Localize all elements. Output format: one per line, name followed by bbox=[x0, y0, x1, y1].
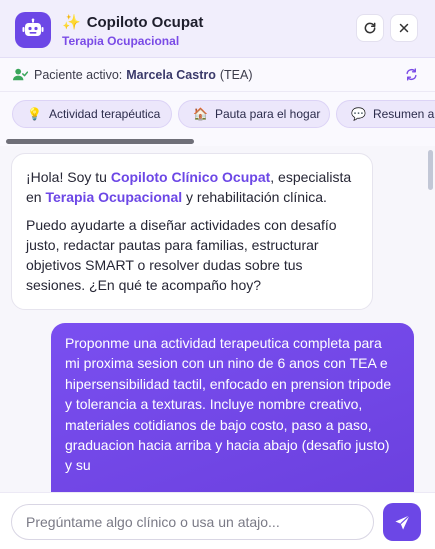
text-segment: y rehabilitación clínica. bbox=[182, 189, 327, 205]
vertical-scrollbar[interactable] bbox=[428, 150, 433, 190]
highlight-copilot-name: Copiloto Clínico Ocupat bbox=[110, 169, 271, 185]
horizontal-scrollbar[interactable] bbox=[6, 139, 194, 144]
quick-actions-bar: 💡 Actividad terapéutica 🏠 Pauta para el … bbox=[0, 92, 435, 146]
bot-message-body: Puedo ayudarte a diseñar actividades con… bbox=[26, 217, 337, 293]
speech-bubble-icon: 💬 bbox=[351, 107, 366, 121]
house-icon: 🏠 bbox=[193, 107, 208, 121]
user-check-icon bbox=[13, 68, 28, 81]
send-button[interactable] bbox=[383, 503, 421, 541]
chat-messages: ¡Hola! Soy tu Copiloto Clínico Ocupat, e… bbox=[0, 146, 435, 492]
message-input[interactable] bbox=[11, 504, 374, 540]
patient-name: Marcela Castro bbox=[126, 67, 216, 82]
header-title-group: ✨ Copiloto Ocupat Terapia Ocupacional bbox=[62, 13, 204, 49]
chat-header: ✨ Copiloto Ocupat Terapia Ocupacional bbox=[0, 0, 435, 58]
chip-label: Actividad terapéutica bbox=[48, 107, 161, 121]
text-segment: ¡Hola! Soy tu bbox=[26, 169, 111, 185]
lightbulb-icon: 💡 bbox=[27, 107, 42, 121]
patient-tag: (TEA) bbox=[219, 67, 253, 82]
chip-label: Pauta para el hogar bbox=[214, 107, 321, 121]
user-message: Proponme una actividad terapeutica compl… bbox=[51, 323, 414, 492]
app-title: ✨ Copiloto Ocupat bbox=[62, 13, 204, 32]
patient-label: Paciente activo: bbox=[34, 67, 123, 82]
highlight-specialty: Terapia Ocupacional bbox=[45, 189, 183, 205]
paper-plane-icon bbox=[394, 514, 410, 530]
chip-label: Resumen ap bbox=[372, 107, 435, 121]
close-icon bbox=[399, 23, 409, 33]
sparkles-icon: ✨ bbox=[62, 14, 81, 31]
app-title-text: Copiloto Ocupat bbox=[86, 13, 204, 31]
chip-resumen[interactable]: 💬 Resumen ap bbox=[336, 100, 435, 128]
chip-actividad-terapeutica[interactable]: 💡 Actividad terapéutica bbox=[12, 100, 172, 128]
chip-pauta-hogar[interactable]: 🏠 Pauta para el hogar bbox=[178, 100, 330, 128]
app-subtitle: Terapia Ocupacional bbox=[62, 34, 180, 48]
composer bbox=[0, 492, 435, 549]
refresh-button[interactable] bbox=[356, 14, 384, 42]
active-patient-bar: Paciente activo: Marcela Castro (TEA) bbox=[0, 58, 435, 92]
close-button[interactable] bbox=[390, 14, 418, 42]
sync-icon[interactable] bbox=[405, 68, 418, 84]
bot-message: ¡Hola! Soy tu Copiloto Clínico Ocupat, e… bbox=[11, 153, 373, 310]
robot-icon bbox=[15, 12, 51, 48]
refresh-icon bbox=[364, 22, 376, 34]
bot-message-intro: ¡Hola! Soy tu Copiloto Clínico Ocupat, e… bbox=[26, 167, 358, 207]
